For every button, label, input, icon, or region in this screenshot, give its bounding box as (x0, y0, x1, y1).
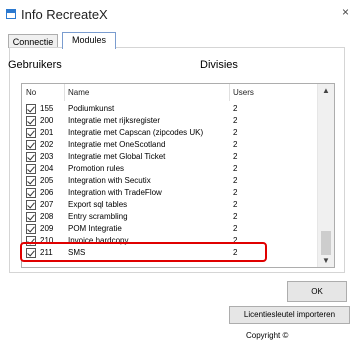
list-item[interactable]: 203 Integratie met Global Ticket 2 (22, 151, 318, 163)
module-name: Export sql tables (68, 200, 128, 209)
copyright-text: Copyright © (246, 331, 289, 340)
vertical-scrollbar[interactable]: ▲ ▼ (317, 84, 334, 267)
tab-connectie[interactable]: Connectie (8, 34, 58, 48)
import-license-button[interactable]: Licentiesleutel importeren (229, 306, 350, 324)
list-item[interactable]: 201 Integratie met Capscan (zipcodes UK) 2 (22, 127, 318, 139)
module-users: 2 (233, 176, 238, 185)
module-name: Integration with TradeFlow (68, 188, 162, 197)
close-icon[interactable]: × (342, 5, 349, 19)
module-users: 2 (233, 152, 238, 161)
module-users: 2 (233, 212, 238, 221)
checkbox[interactable] (26, 116, 36, 126)
title-bar: Info RecreateX × (0, 0, 353, 26)
divisies-label: Divisies (200, 59, 238, 71)
checkbox[interactable] (26, 176, 36, 186)
window-title: Info RecreateX (21, 7, 108, 22)
column-divider (64, 84, 65, 101)
window-icon (6, 9, 16, 19)
gebruikers-label: Gebruikers (8, 59, 62, 71)
module-name: Entry scrambling (68, 212, 128, 221)
list-item[interactable]: 155 Podiumkunst 2 (22, 103, 318, 115)
list-item[interactable]: 202 Integratie met OneScotland 2 (22, 139, 318, 151)
checkbox[interactable] (26, 224, 36, 234)
checkbox[interactable] (26, 188, 36, 198)
column-divider (229, 84, 230, 101)
ok-button[interactable]: OK (287, 281, 347, 302)
module-number: 200 (40, 116, 54, 125)
module-name: POM Integratie (68, 224, 122, 233)
checkbox[interactable] (26, 200, 36, 210)
module-users: 2 (233, 224, 238, 233)
module-name: Integration with Secutix (68, 176, 151, 185)
checkbox[interactable] (26, 212, 36, 222)
highlight-box-sms (20, 242, 267, 262)
checkbox[interactable] (26, 104, 36, 114)
module-users: 2 (233, 116, 238, 125)
checkbox[interactable] (26, 152, 36, 162)
chevron-down-icon[interactable]: ▼ (322, 256, 330, 265)
list-header: No Name Users (22, 84, 318, 101)
checkbox[interactable] (26, 128, 36, 138)
module-name: Integratie met Global Ticket (68, 152, 166, 161)
module-name: Integratie met Capscan (zipcodes UK) (68, 128, 204, 137)
list-item[interactable]: 205 Integration with Secutix 2 (22, 175, 318, 187)
module-users: 2 (233, 140, 238, 149)
module-number: 204 (40, 164, 54, 173)
module-number: 207 (40, 200, 54, 209)
module-number: 206 (40, 188, 54, 197)
list-item[interactable]: 204 Promotion rules 2 (22, 163, 318, 175)
column-header-no[interactable]: No (26, 88, 36, 97)
module-number: 208 (40, 212, 54, 221)
module-name: Integratie met OneScotland (68, 140, 166, 149)
list-rows: 155 Podiumkunst 2 200 Integratie met rijksre… (22, 103, 318, 259)
module-name: Podiumkunst (68, 104, 115, 113)
list-item[interactable]: 209 POM Integratie 2 (22, 223, 318, 235)
module-users: 2 (233, 164, 238, 173)
module-number: 155 (40, 104, 54, 113)
list-item[interactable]: 208 Entry scrambling 2 (22, 211, 318, 223)
module-users: 2 (233, 188, 238, 197)
tab-modules[interactable]: Modules (62, 32, 116, 49)
module-number: 203 (40, 152, 54, 161)
list-item[interactable]: 207 Export sql tables 2 (22, 199, 318, 211)
module-number: 209 (40, 224, 54, 233)
list-item[interactable]: 200 Integratie met rijksregister 2 (22, 115, 318, 127)
module-name: Integratie met rijksregister (68, 116, 161, 125)
module-users: 2 (233, 104, 238, 113)
module-name: Promotion rules (68, 164, 125, 173)
chevron-up-icon[interactable]: ▲ (322, 86, 330, 95)
checkbox[interactable] (26, 164, 36, 174)
scrollbar-thumb[interactable] (321, 231, 331, 255)
module-number: 201 (40, 128, 54, 137)
module-users: 2 (233, 200, 238, 209)
module-number: 205 (40, 176, 54, 185)
module-users: 2 (233, 128, 238, 137)
checkbox[interactable] (26, 140, 36, 150)
module-number: 202 (40, 140, 54, 149)
column-header-users[interactable]: Users (233, 88, 254, 97)
list-item[interactable]: 206 Integration with TradeFlow 2 (22, 187, 318, 199)
modules-list[interactable]: No Name Users 155 Podiumkunst 2 200 Integrat… (21, 83, 335, 268)
column-header-name[interactable]: Name (68, 88, 89, 97)
